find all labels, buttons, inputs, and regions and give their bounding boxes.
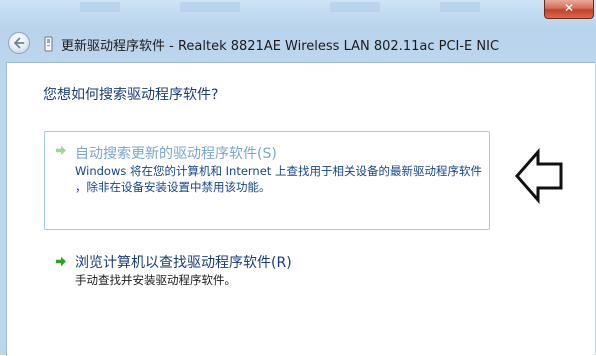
- title-bar-artifact: [80, 2, 120, 12]
- green-arrow-icon: [56, 256, 66, 267]
- device-icon: [44, 36, 53, 52]
- option-browse-title: 浏览计算机以查找驱动程序软件(R): [75, 255, 292, 271]
- close-button[interactable]: ✕: [544, 0, 594, 19]
- window-title: 更新驱动程序软件 - Realtek 8821AE Wireless LAN 8…: [61, 39, 500, 54]
- title-bar-artifact: [330, 2, 380, 12]
- option-browse-desc: 手动查找并安装驱动程序软件。: [75, 273, 236, 287]
- back-arrow-icon: [14, 37, 25, 49]
- title-bar-artifact: [180, 2, 240, 12]
- dialog-question: 您想如何搜索驱动程序软件?: [43, 87, 219, 103]
- green-arrow-icon: [56, 145, 66, 156]
- hollow-left-arrow-icon: [515, 148, 563, 204]
- option-auto-search-desc-line2: ，除非在设备安装设置中禁用该功能。: [75, 180, 271, 194]
- option-auto-search-title: 自动搜索更新的驱动程序软件(S): [75, 146, 277, 162]
- back-button[interactable]: [8, 32, 30, 54]
- title-bar-artifact: [440, 2, 480, 12]
- option-auto-search-desc-line1: Windows 将在您的计算机和 Internet 上查找用于相关设备的最新驱动…: [75, 164, 482, 178]
- close-icon: ✕: [563, 1, 575, 15]
